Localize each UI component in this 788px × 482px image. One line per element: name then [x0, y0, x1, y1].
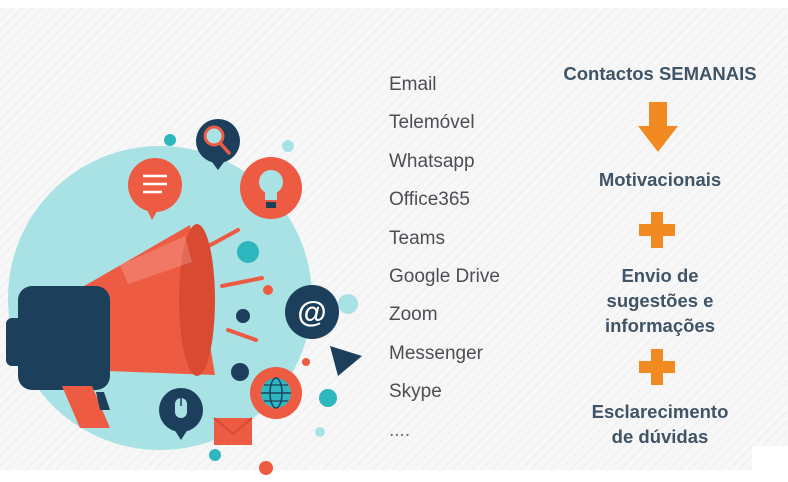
suggestions-line-2: sugestões e	[606, 290, 714, 311]
channel-office365: Office365	[389, 189, 470, 211]
suggestions-line-3: informações	[604, 315, 715, 336]
channel-zoom: Zoom	[389, 304, 438, 326]
channel-email: Email	[389, 74, 437, 95]
dot-coral-small	[302, 358, 310, 366]
plus-icon	[639, 349, 675, 385]
at-symbol: @	[297, 296, 326, 329]
channel-teams: Teams	[389, 227, 445, 249]
dot-teal-bottom-left	[209, 449, 221, 461]
weekly-contacts-heading: Contactos SEMANAIS	[563, 63, 757, 84]
dot-teal-light	[282, 140, 294, 152]
send-icon	[330, 346, 362, 376]
clarification-line-1: Esclarecimento	[591, 401, 729, 422]
channel-whatsapp: Whatsapp	[389, 150, 475, 172]
channel-list: Email Telemóvel Whatsapp Office365 Teams…	[389, 66, 500, 450]
dot-teal-bottom	[315, 427, 325, 437]
dot-teal-light-right	[338, 294, 358, 314]
contact-flow: Contactos SEMANAIS Motivacionais Envio d…	[536, 0, 784, 482]
envelope-icon	[213, 417, 253, 445]
clarification-line-2: de dúvidas	[611, 426, 709, 447]
channel-messenger: Messenger	[389, 342, 483, 364]
dot-teal-medium	[237, 241, 259, 263]
dot-coral-bottom	[259, 461, 273, 475]
channel-skype: Skype	[389, 381, 442, 403]
channel-google-drive: Google Drive	[389, 265, 500, 287]
lightbulb-icon	[240, 157, 302, 219]
dot-navy	[236, 309, 250, 323]
channel-more: ....	[389, 419, 411, 441]
suggestions-line-1: Envio de	[621, 265, 699, 286]
dot-teal-small	[164, 134, 176, 146]
motivational-label: Motivacionais	[598, 169, 722, 190]
communication-illustration: @	[6, 119, 362, 475]
plus-icon	[639, 212, 675, 248]
globe-icon	[250, 367, 302, 419]
dot-teal-lower	[319, 389, 337, 407]
at-email-icon: @	[285, 285, 339, 339]
down-arrow-icon	[638, 102, 678, 152]
dot-navy-lower	[231, 363, 249, 381]
channel-mobile: Telemóvel	[389, 112, 475, 134]
dot-coral	[263, 285, 273, 295]
